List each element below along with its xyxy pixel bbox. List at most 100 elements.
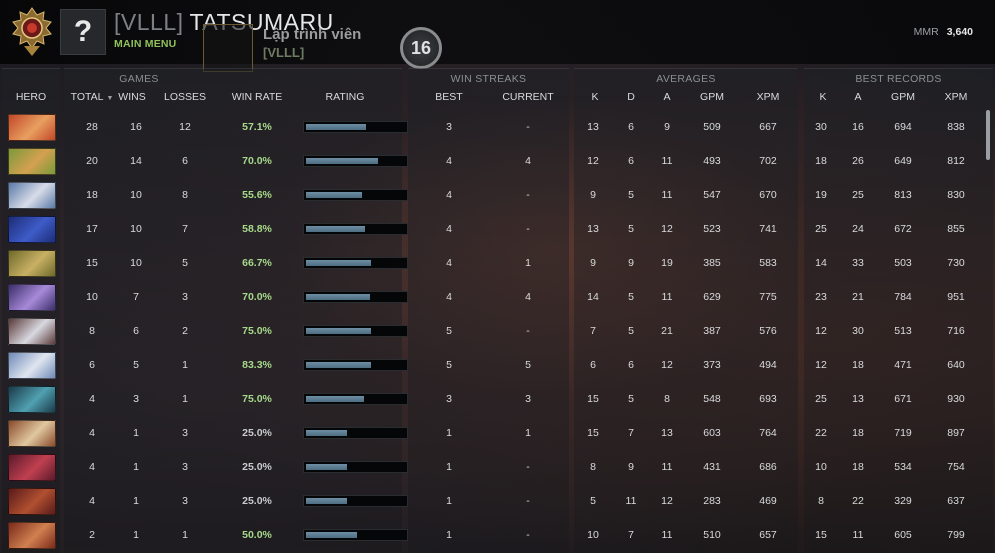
col-losses[interactable]: LOSSES bbox=[160, 91, 210, 103]
guild-logo[interactable] bbox=[203, 24, 253, 72]
table-row[interactable]: 4 3 1 75.0% 3 3 15 5 8 548 693 25 13 671 930 bbox=[0, 382, 995, 416]
rating-bar bbox=[303, 291, 408, 303]
cell-best-gpm: 813 bbox=[894, 189, 912, 201]
table-row[interactable]: 15 10 5 66.7% 4 1 9 9 19 385 583 14 33 503 730 bbox=[0, 246, 995, 280]
cell-avg-a: 12 bbox=[661, 359, 673, 371]
table-row[interactable]: 4 1 3 25.0% 1 - 5 11 12 283 469 8 22 329 637 bbox=[0, 484, 995, 518]
table-row[interactable]: 4 1 3 25.0% 1 - 8 9 11 431 686 10 18 534 754 bbox=[0, 450, 995, 484]
col-best-xpm[interactable]: XPM bbox=[940, 91, 972, 103]
cell-best-streak: 5 bbox=[446, 359, 452, 371]
hero-phantom-assassin-icon[interactable] bbox=[8, 386, 56, 413]
cell-win-rate: 75.0% bbox=[242, 393, 272, 405]
cell-avg-xpm: 764 bbox=[759, 427, 777, 439]
cell-avg-xpm: 741 bbox=[759, 223, 777, 235]
main-menu-link[interactable]: MAIN MENU bbox=[114, 38, 176, 50]
table-row[interactable]: 18 10 8 55.6% 4 - 9 5 11 547 670 19 25 813 830 bbox=[0, 178, 995, 212]
cell-avg-gpm: 523 bbox=[703, 223, 721, 235]
hero-axe-icon[interactable] bbox=[8, 522, 56, 549]
rating-bar-fill bbox=[306, 328, 371, 334]
cell-win-rate: 25.0% bbox=[242, 495, 272, 507]
hero-rylai-icon[interactable] bbox=[8, 352, 56, 379]
cell-total: 4 bbox=[89, 393, 95, 405]
cell-wins: 1 bbox=[133, 427, 139, 439]
table-row[interactable]: 28 16 12 57.1% 3 - 13 6 9 509 667 30 16 694 838 bbox=[0, 110, 995, 144]
cell-avg-k: 6 bbox=[590, 359, 596, 371]
hero-windranger-icon[interactable] bbox=[8, 148, 56, 175]
cell-best-a: 18 bbox=[852, 359, 864, 371]
cell-losses: 3 bbox=[182, 291, 188, 303]
cell-avg-gpm: 385 bbox=[703, 257, 721, 269]
col-best-a[interactable]: A bbox=[848, 91, 868, 103]
cell-wins: 1 bbox=[133, 529, 139, 541]
col-avg-a[interactable]: A bbox=[657, 91, 677, 103]
profile-header: ? [VLLL] TATSUMARU MAIN MENU Lập trình vi… bbox=[0, 0, 995, 72]
col-avg-d[interactable]: D bbox=[621, 91, 641, 103]
col-best-k[interactable]: K bbox=[813, 91, 833, 103]
rating-bar-fill bbox=[306, 464, 347, 470]
col-win-rate[interactable]: WIN RATE bbox=[228, 91, 286, 103]
hero-bane-icon[interactable] bbox=[8, 284, 56, 311]
cell-win-rate: 58.8% bbox=[242, 223, 272, 235]
hero-night-stalker-icon[interactable] bbox=[8, 216, 56, 243]
cell-avg-d: 5 bbox=[628, 189, 634, 201]
cell-losses: 12 bbox=[179, 121, 191, 133]
col-rating[interactable]: RATING bbox=[310, 91, 380, 103]
col-wins[interactable]: WINS bbox=[112, 91, 152, 103]
cell-avg-gpm: 547 bbox=[703, 189, 721, 201]
mmr-label: MMR bbox=[913, 26, 939, 38]
hero-queen-of-pain-icon[interactable] bbox=[8, 454, 56, 481]
table-row[interactable]: 8 6 2 75.0% 5 - 7 5 21 387 576 12 30 513 716 bbox=[0, 314, 995, 348]
cell-current-streak: - bbox=[526, 189, 530, 201]
hero-crystal-maiden-icon[interactable] bbox=[8, 182, 56, 209]
cell-avg-xpm: 657 bbox=[759, 529, 777, 541]
rating-bar bbox=[303, 495, 408, 507]
cell-avg-a: 13 bbox=[661, 427, 673, 439]
mmr-display: MMR 3,640 bbox=[914, 26, 973, 38]
col-hero[interactable]: HERO bbox=[2, 91, 60, 103]
col-avg-gpm[interactable]: GPM bbox=[696, 91, 728, 103]
hero-sand-king-icon[interactable] bbox=[8, 250, 56, 277]
cell-best-gpm: 513 bbox=[894, 325, 912, 337]
table-row[interactable]: 2 1 1 50.0% 1-10 7 11 510 657 15 11 605 799 bbox=[0, 518, 995, 552]
guild-tag: [VLLL] bbox=[263, 45, 305, 60]
level-value: 16 bbox=[410, 37, 432, 58]
hero-juggernaut-icon[interactable] bbox=[8, 420, 56, 447]
cell-current-streak: - bbox=[526, 461, 530, 473]
table-row[interactable]: 17 10 7 58.8% 4 - 13 5 12 523 741 25 24 672 855 bbox=[0, 212, 995, 246]
rank-emblem-icon bbox=[12, 7, 52, 56]
col-avg-xpm[interactable]: XPM bbox=[752, 91, 784, 103]
cell-best-xpm: 830 bbox=[947, 189, 965, 201]
avatar-glyph: ? bbox=[73, 15, 93, 48]
cell-best-streak: 1 bbox=[446, 529, 452, 541]
cell-current-streak: - bbox=[526, 325, 530, 337]
cell-best-xpm: 855 bbox=[947, 223, 965, 235]
cell-losses: 1 bbox=[182, 359, 188, 371]
table-row[interactable]: 10 7 3 70.0% 4 4 14 5 11 629 775 23 21 784 951 bbox=[0, 280, 995, 314]
hero-lina-icon[interactable] bbox=[8, 114, 56, 141]
cell-best-xpm: 838 bbox=[947, 121, 965, 133]
table-scrollbar[interactable] bbox=[986, 110, 990, 160]
col-best-gpm[interactable]: GPM bbox=[887, 91, 919, 103]
cell-total: 10 bbox=[86, 291, 98, 303]
cell-best-k: 15 bbox=[815, 529, 827, 541]
group-best-records: BEST RECORDS bbox=[855, 73, 942, 85]
cell-win-rate: 55.6% bbox=[242, 189, 272, 201]
cell-wins: 10 bbox=[130, 189, 142, 201]
cell-total: 20 bbox=[86, 155, 98, 167]
rating-bar-fill bbox=[306, 226, 365, 232]
table-row[interactable]: 20 14 6 70.0% 4 4 12 6 11 493 702 18 26 649 812 bbox=[0, 144, 995, 178]
col-best-streak[interactable]: BEST bbox=[425, 91, 473, 103]
table-row[interactable]: 4 1 3 25.0% 1 1 15 7 13 603 764 22 18 719 897 bbox=[0, 416, 995, 450]
hero-omniknight-icon[interactable] bbox=[8, 318, 56, 345]
cell-best-streak: 4 bbox=[446, 189, 452, 201]
col-total[interactable]: TOTAL ▼ bbox=[66, 91, 118, 103]
cell-avg-a: 9 bbox=[664, 121, 670, 133]
col-avg-k[interactable]: K bbox=[585, 91, 605, 103]
rating-bar bbox=[303, 427, 408, 439]
player-avatar[interactable]: ? bbox=[60, 9, 106, 55]
group-games: GAMES bbox=[119, 73, 159, 85]
cell-current-streak: - bbox=[526, 223, 530, 235]
col-current-streak[interactable]: CURRENT bbox=[500, 91, 556, 103]
hero-shadow-demon-icon[interactable] bbox=[8, 488, 56, 515]
table-row[interactable]: 6 5 1 83.3% 5 5 6 6 12 373 494 12 18 471 640 bbox=[0, 348, 995, 382]
